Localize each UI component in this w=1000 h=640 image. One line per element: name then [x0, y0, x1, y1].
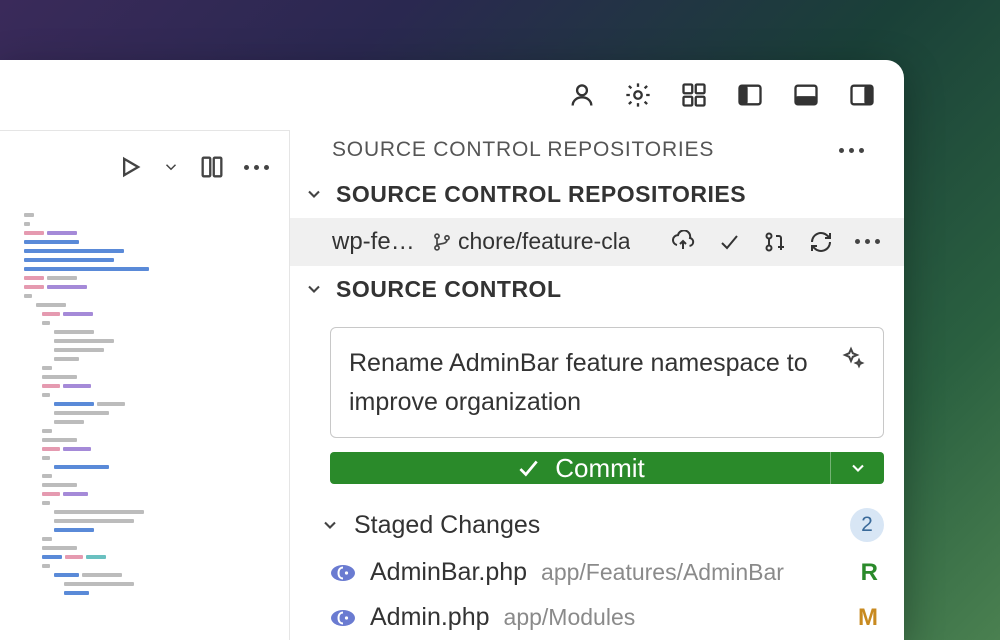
file-status: R [861, 559, 878, 587]
staged-changes-header[interactable]: Staged Changes 2 [290, 500, 904, 550]
commit-button-label: Commit [555, 453, 645, 484]
repository-name: wp-fe… [332, 228, 422, 256]
panel-more-icon[interactable] [839, 148, 864, 153]
app-window: SOURCE CONTROL REPOSITORIES SOURCE CONTR… [0, 60, 904, 640]
source-control-section-header[interactable]: SOURCE CONTROL [290, 266, 904, 313]
repository-row[interactable]: wp-fe… chore/feature-cla [290, 218, 904, 266]
file-row[interactable]: Admin.php app/Modules M [290, 595, 904, 640]
layout-panel-bottom-icon[interactable] [792, 81, 820, 109]
commit-message-text[interactable]: Rename AdminBar feature namespace to imp… [349, 344, 827, 422]
repo-more-icon[interactable] [855, 239, 880, 244]
source-control-section-title: SOURCE CONTROL [336, 276, 562, 303]
chevron-down-icon[interactable] [162, 158, 180, 176]
title-bar [0, 60, 904, 130]
commit-check-icon[interactable] [717, 230, 741, 254]
chevron-down-icon [320, 515, 340, 535]
split-editor-icon[interactable] [198, 153, 226, 181]
chevron-down-icon [304, 279, 324, 299]
file-path: app/Modules [504, 604, 844, 631]
chevron-down-icon [304, 184, 324, 204]
panel-title: SOURCE CONTROL REPOSITORIES [332, 138, 839, 162]
editor-toolbar [0, 131, 289, 203]
staged-changes-label: Staged Changes [354, 511, 836, 540]
branch-name: chore/feature-cla [458, 228, 630, 255]
git-branch-icon [432, 232, 452, 252]
main-body: SOURCE CONTROL REPOSITORIES SOURCE CONTR… [0, 130, 904, 640]
publish-branch-icon[interactable] [671, 230, 695, 254]
repository-actions [671, 230, 880, 254]
gear-icon[interactable] [624, 81, 652, 109]
file-row[interactable]: AdminBar.php app/Features/AdminBar R [290, 550, 904, 595]
source-control-panel: SOURCE CONTROL REPOSITORIES SOURCE CONTR… [290, 130, 904, 640]
file-path: app/Features/AdminBar [541, 559, 847, 586]
commit-button[interactable]: Commit [330, 452, 830, 484]
staged-count-badge: 2 [850, 508, 884, 542]
commit-dropdown-button[interactable] [830, 452, 884, 484]
file-status: M [858, 604, 878, 632]
layout-sidebar-right-icon[interactable] [848, 81, 876, 109]
check-icon [515, 455, 541, 481]
panel-header: SOURCE CONTROL REPOSITORIES [290, 130, 904, 171]
run-icon[interactable] [116, 153, 144, 181]
layout-sidebar-left-icon[interactable] [736, 81, 764, 109]
refresh-icon[interactable] [809, 230, 833, 254]
branch-indicator[interactable]: chore/feature-cla [432, 228, 630, 255]
commit-button-group: Commit [330, 452, 884, 484]
account-icon[interactable] [568, 81, 596, 109]
commit-message-input[interactable]: Rename AdminBar feature namespace to imp… [330, 327, 884, 439]
file-name: AdminBar.php [370, 558, 527, 587]
php-file-icon [330, 562, 356, 584]
php-file-icon [330, 607, 356, 629]
editor-pane [0, 130, 290, 640]
repositories-section-title: SOURCE CONTROL REPOSITORIES [336, 181, 746, 208]
extensions-icon[interactable] [680, 81, 708, 109]
sparkle-icon[interactable] [841, 346, 865, 370]
file-name: Admin.php [370, 603, 490, 632]
more-actions-icon[interactable] [244, 165, 269, 170]
repositories-section-header[interactable]: SOURCE CONTROL REPOSITORIES [290, 171, 904, 218]
create-pr-icon[interactable] [763, 230, 787, 254]
chevron-down-icon [848, 458, 868, 478]
minimap[interactable] [0, 203, 289, 640]
